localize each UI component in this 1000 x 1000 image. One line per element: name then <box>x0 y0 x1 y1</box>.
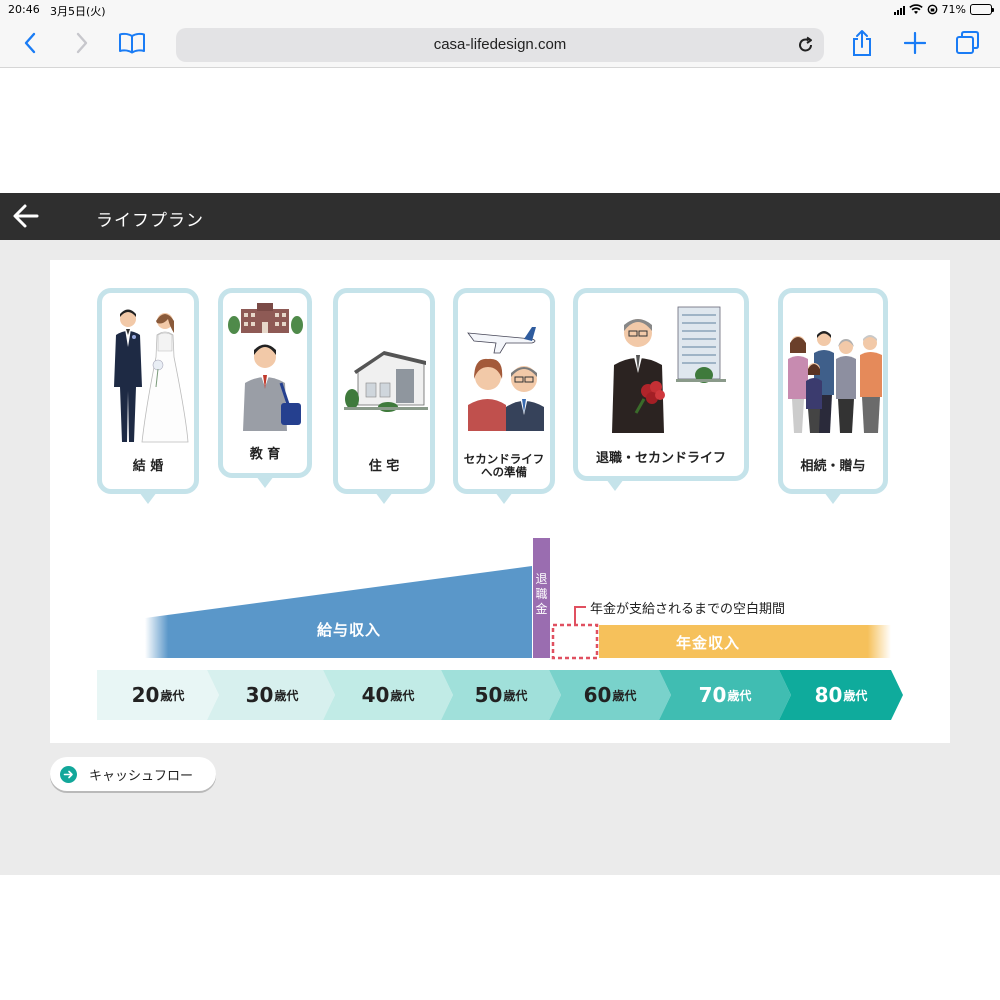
retirement-label-char: 職 <box>535 587 548 601</box>
bubble-tail <box>824 492 842 504</box>
house-icon <box>344 351 428 412</box>
orientation-lock-icon <box>927 4 937 15</box>
cashflow-button-label: キャッシュフロー <box>89 768 194 784</box>
senior-couple-airplane-icon <box>467 327 544 431</box>
age-number: 20 <box>131 683 160 707</box>
retirement-label-char: 退 <box>535 572 548 586</box>
age-segment: 50 歳代 <box>447 670 555 720</box>
chevron-right-icon <box>76 32 88 54</box>
income-timeline <box>145 538 891 660</box>
forward-button[interactable] <box>65 26 99 60</box>
event-bubble-education[interactable]: 教 育 <box>218 288 312 488</box>
cashflow-button[interactable]: キャッシュフロー <box>50 757 216 791</box>
chevron-left-icon <box>24 32 36 54</box>
event-label-wedding: 結 婚 <box>132 459 164 474</box>
age-segment: 60 歳代 <box>555 670 665 720</box>
event-label-retirement: 退職・セカンドライフ <box>595 451 726 466</box>
age-segment: 80 歳代 <box>785 670 897 720</box>
book-icon <box>119 32 145 54</box>
age-number: 30 <box>245 683 274 707</box>
bubble-tail <box>605 479 624 491</box>
age-number: 70 <box>698 683 727 707</box>
content-area: 結 婚 教 育 住 宅 セカンドライフ への準備 退職・セカンドライフ 相続・贈… <box>0 240 1000 875</box>
age-segment: 40 歳代 <box>329 670 447 720</box>
age-unit: 歳代 <box>503 688 528 703</box>
event-label-housing: 住 宅 <box>368 459 400 474</box>
event-bubble-retirement[interactable]: 退職・セカンドライフ <box>573 288 749 491</box>
pension-bar <box>599 625 891 658</box>
age-unit: 歳代 <box>390 688 415 703</box>
life-plan-card: 結 婚 教 育 住 宅 セカンドライフ への準備 退職・セカンドライフ 相続・贈… <box>50 260 950 743</box>
back-arrow-button[interactable] <box>10 201 42 231</box>
event-bubble-second-life-prep[interactable]: セカンドライフ への準備 <box>453 288 555 504</box>
pension-label: 年金収入 <box>676 634 741 652</box>
student-school-icon <box>228 303 303 431</box>
family-generations-icon <box>788 331 882 433</box>
status-bar: 20:46 3月5日(火) 71% <box>0 0 1000 20</box>
new-tab-button[interactable] <box>898 26 932 60</box>
bubble-tail <box>375 492 393 504</box>
age-segment: 70 歳代 <box>665 670 785 720</box>
event-label-line-2: への準備 <box>481 465 527 479</box>
share-icon <box>853 30 871 56</box>
salary-area <box>145 566 532 658</box>
gap-box <box>551 623 599 660</box>
signal-icon <box>893 5 905 15</box>
age-number: 40 <box>361 683 390 707</box>
arrow-right-circle-icon <box>60 765 77 783</box>
bubble-tail <box>495 492 513 504</box>
arrow-left-icon <box>13 204 39 228</box>
bubble-tail <box>139 492 157 504</box>
age-number: 80 <box>814 683 843 707</box>
age-unit: 歳代 <box>160 688 185 703</box>
event-bubble-housing[interactable]: 住 宅 <box>333 288 435 504</box>
battery-percent: 71% <box>941 3 966 16</box>
share-button[interactable] <box>845 26 879 60</box>
retirement-label: 退 職 金 <box>533 572 550 617</box>
age-unit: 歳代 <box>843 688 868 703</box>
gap-period-label: 年金が支給されるまでの空白期間 <box>590 602 786 617</box>
gap-leader-line <box>574 606 586 625</box>
event-label-second-life-prep: セカンドライフ への準備 <box>458 453 550 479</box>
status-date: 3月5日(火) <box>50 5 106 18</box>
bubble-tail <box>256 476 274 488</box>
status-time: 20:46 <box>8 3 40 16</box>
status-icons: 71% <box>893 3 994 16</box>
page-title: ライフプラン <box>96 211 204 231</box>
age-unit: 歳代 <box>612 688 637 703</box>
browser-toolbar: casa-lifedesign.com <box>0 20 1000 68</box>
age-timeline: 20 歳代 30 歳代 40 歳代 50 歳代 60 歳代 70 歳代 80 歳代 <box>97 670 903 720</box>
wifi-icon <box>908 4 923 14</box>
event-bubble-wedding[interactable]: 結 婚 <box>97 288 199 504</box>
address-bar[interactable]: casa-lifedesign.com <box>176 28 824 62</box>
event-label-inheritance: 相続・贈与 <box>800 459 866 474</box>
event-bubble-inheritance[interactable]: 相続・贈与 <box>778 288 888 504</box>
age-unit: 歳代 <box>727 688 752 703</box>
retirement-label-char: 金 <box>535 602 548 616</box>
plus-icon <box>904 32 926 54</box>
age-unit: 歳代 <box>274 688 299 703</box>
url-text: casa-lifedesign.com <box>433 36 567 53</box>
app-header-bar: ライフプラン <box>0 193 1000 240</box>
age-number: 60 <box>583 683 612 707</box>
retiree-bouquet-building-icon <box>612 306 726 433</box>
tabs-button[interactable] <box>951 26 985 60</box>
wedding-couple-icon <box>114 309 189 443</box>
age-segment: 30 歳代 <box>213 670 331 720</box>
event-label-education: 教 育 <box>249 447 281 462</box>
reload-icon[interactable] <box>796 35 816 55</box>
age-number: 50 <box>474 683 503 707</box>
age-segment: 20 歳代 <box>97 670 219 720</box>
battery-icon <box>970 4 994 15</box>
bookmarks-button[interactable] <box>115 26 149 60</box>
back-button[interactable] <box>13 26 47 60</box>
tabs-icon <box>956 31 979 54</box>
salary-label: 給与収入 <box>317 621 382 639</box>
